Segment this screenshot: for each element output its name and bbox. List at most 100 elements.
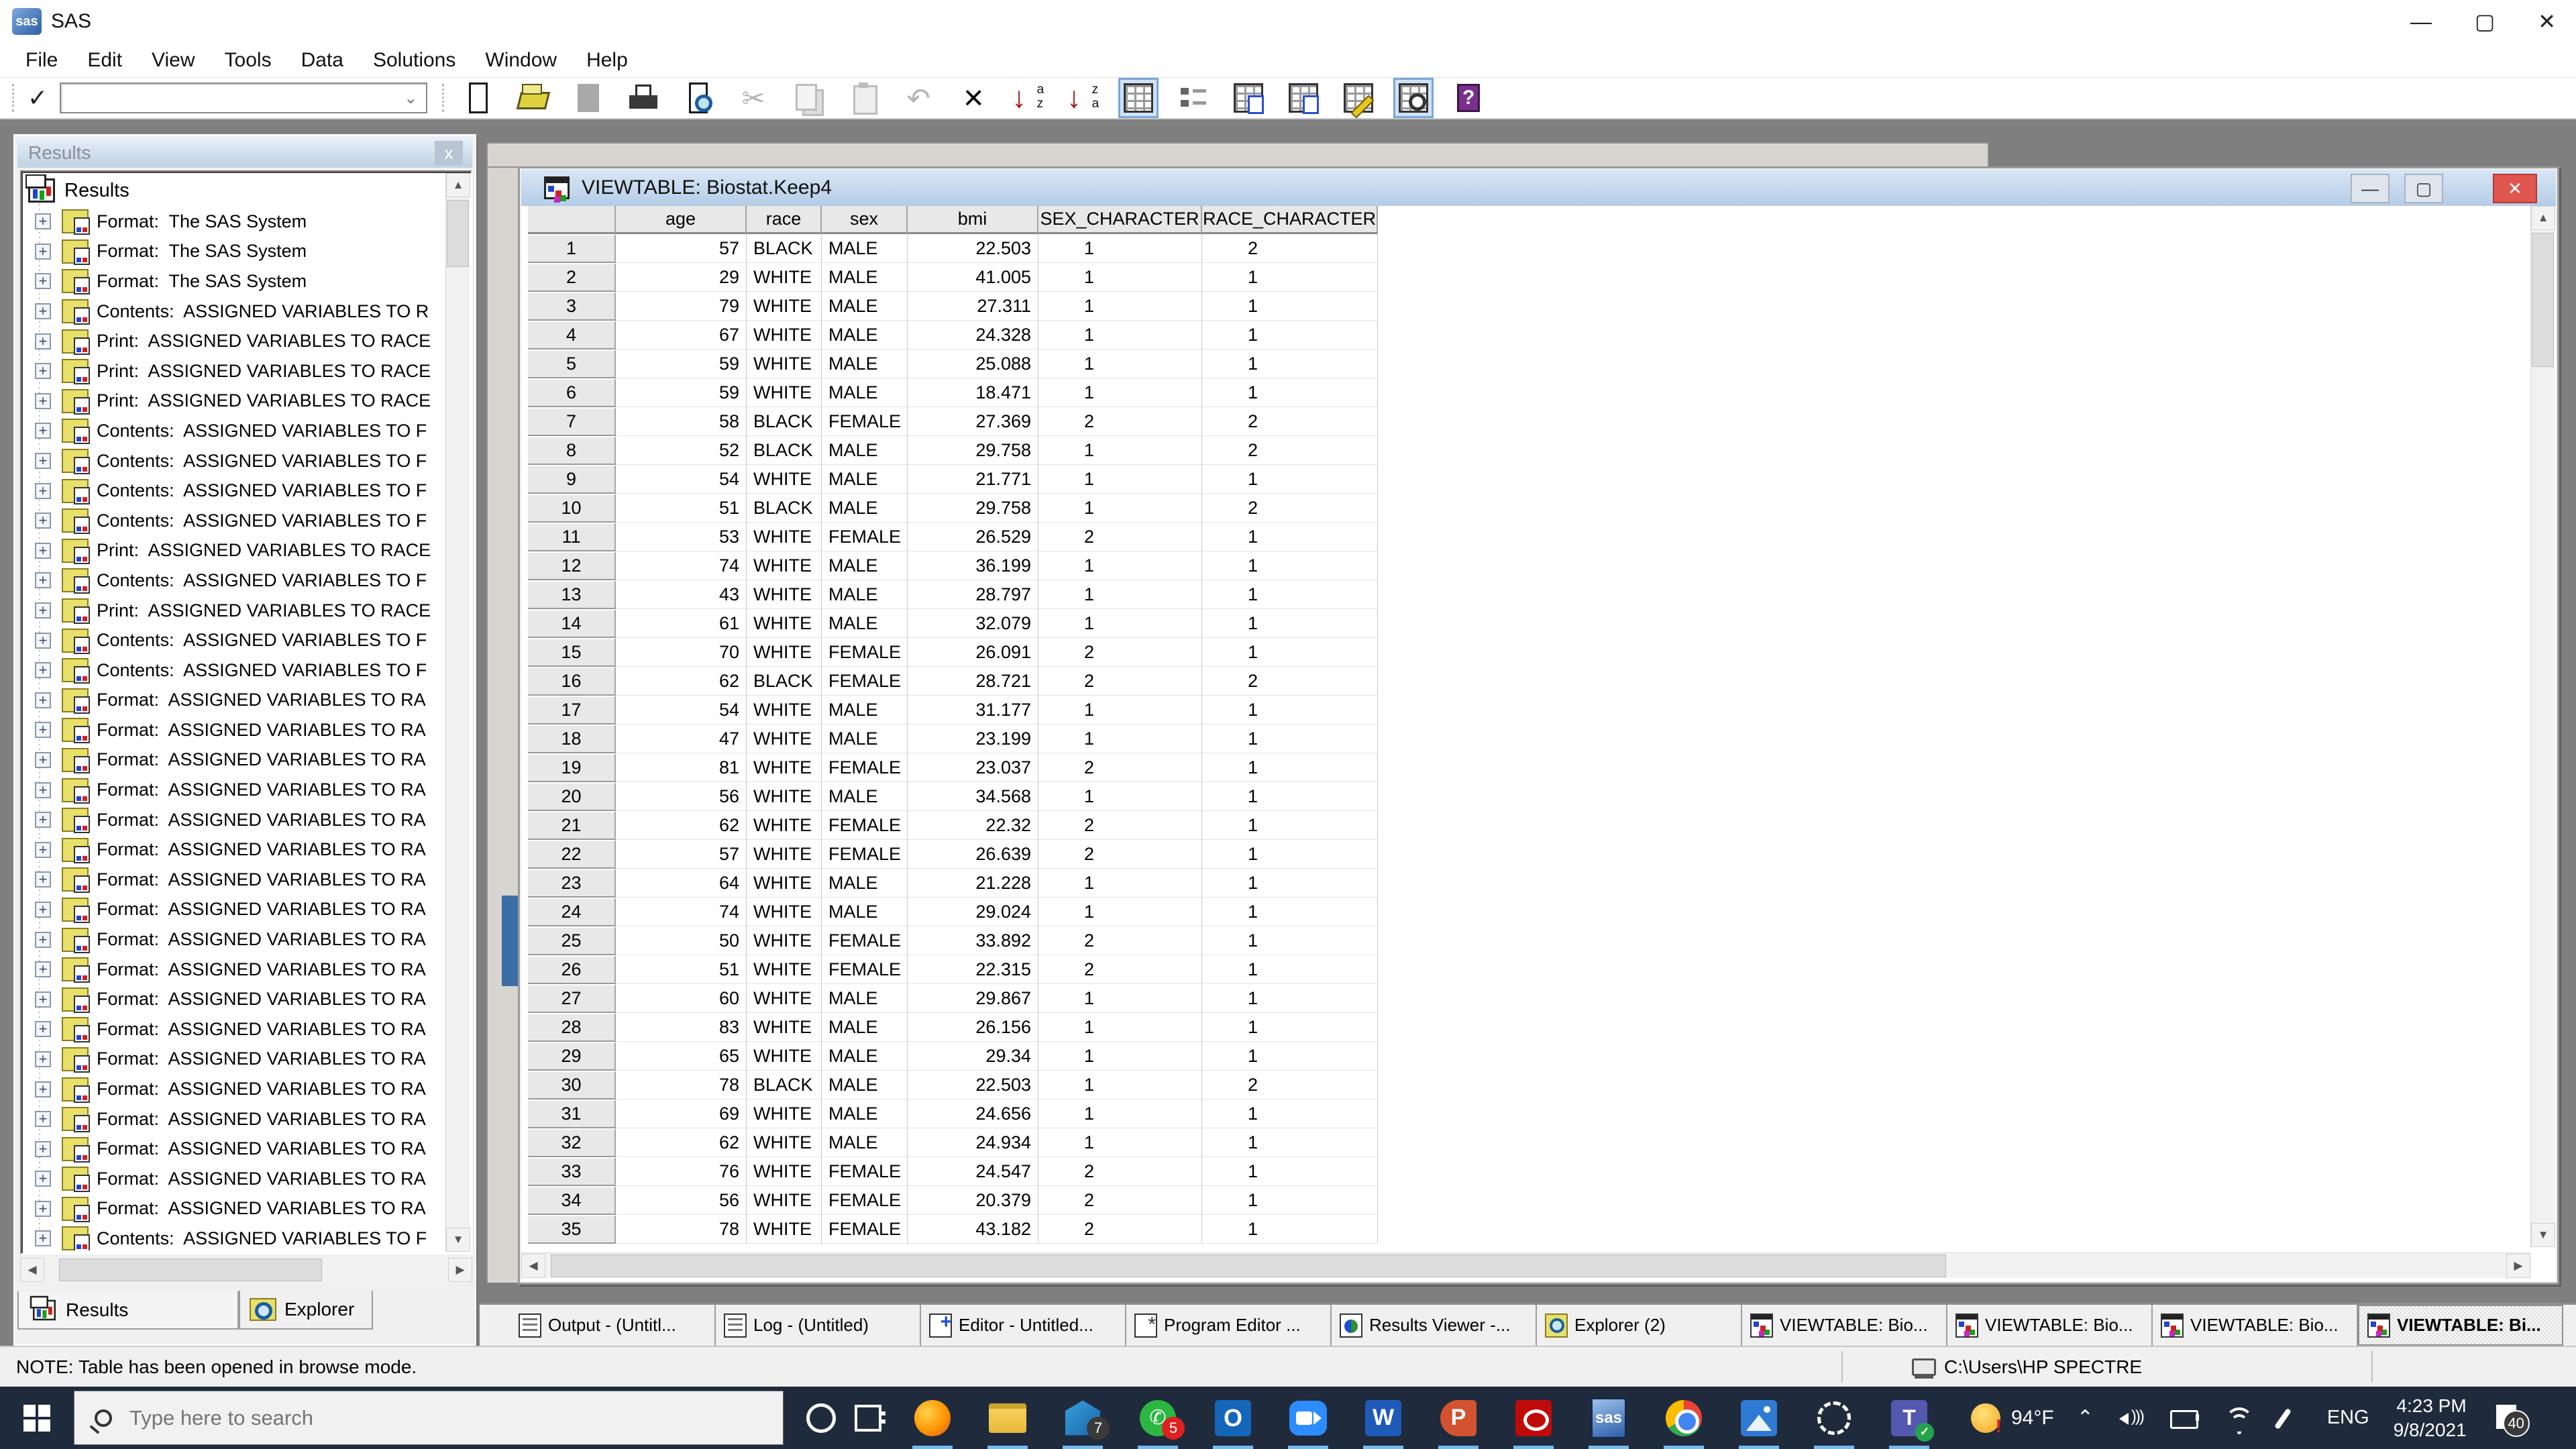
tree-expand-icon[interactable]: + <box>35 1051 51 1067</box>
tab-explorer[interactable]: Explorer (2) <box>1537 1305 1742 1346</box>
cell-race[interactable]: WHITE <box>747 869 822 898</box>
row-number-cell[interactable]: 6 <box>528 378 616 407</box>
cell-age[interactable]: 74 <box>616 898 747 926</box>
tree-item[interactable]: + Format: ASSIGNED VARIABLES TO RA <box>25 775 444 805</box>
cell-bmi[interactable]: 22.32 <box>908 811 1038 840</box>
cell-sex-character[interactable]: 1 <box>1038 292 1202 321</box>
cell-age[interactable]: 83 <box>616 1013 747 1042</box>
cell-sex[interactable]: MALE <box>822 1128 908 1157</box>
tree-expand-icon[interactable]: + <box>35 423 51 439</box>
row-number-cell[interactable]: 10 <box>528 494 616 523</box>
wifi-icon[interactable] <box>2222 1405 2253 1432</box>
cell-bmi[interactable]: 28.797 <box>908 580 1038 609</box>
row-number-cell[interactable]: 26 <box>528 955 616 984</box>
cell-bmi[interactable]: 43.182 <box>908 1215 1038 1244</box>
cell-race-character[interactable]: 1 <box>1202 926 1378 955</box>
row-number-cell[interactable]: 32 <box>528 1128 616 1157</box>
cell-race[interactable]: WHITE <box>747 840 822 869</box>
cell-sex-character[interactable]: 2 <box>1038 407 1202 436</box>
cell-age[interactable]: 56 <box>616 1186 747 1215</box>
cell-sex-character[interactable]: 1 <box>1038 1071 1202 1099</box>
tree-item[interactable]: + Contents: ASSIGNED VARIABLES TO F <box>25 655 444 686</box>
scrollbar-thumb[interactable] <box>2532 233 2554 367</box>
cell-race-character[interactable]: 1 <box>1202 955 1378 984</box>
cell-sex[interactable]: FEMALE <box>822 667 908 696</box>
cell-sex-character[interactable]: 1 <box>1038 321 1202 350</box>
cell-sex[interactable]: MALE <box>822 234 908 263</box>
cell-bmi[interactable]: 23.199 <box>908 724 1038 753</box>
cell-race-character[interactable]: 2 <box>1202 234 1378 263</box>
tree-item[interactable]: + Format: ASSIGNED VARIABLES TO RA <box>25 745 444 775</box>
maximize-button[interactable]: ▢ <box>2475 9 2495 34</box>
cell-sex-character[interactable]: 2 <box>1038 955 1202 984</box>
help-book-icon[interactable] <box>1450 80 1487 116</box>
cell-age[interactable]: 58 <box>616 407 747 436</box>
tree-item[interactable]: + Contents: ASSIGNED VARIABLES TO F <box>25 625 444 655</box>
column-header[interactable]: race <box>747 206 822 234</box>
tree-item[interactable]: + Format: ASSIGNED VARIABLES TO RA <box>25 924 444 955</box>
tree-item[interactable]: + Format: ASSIGNED VARIABLES TO RA <box>25 1014 444 1044</box>
tree-item[interactable]: + Print: ASSIGNED VARIABLES TO RACE <box>25 356 444 386</box>
cell-sex[interactable]: MALE <box>822 724 908 753</box>
cell-race[interactable]: WHITE <box>747 811 822 840</box>
tree-expand-icon[interactable]: + <box>35 751 51 768</box>
cell-bmi[interactable]: 29.758 <box>908 494 1038 523</box>
row-number-cell[interactable]: 13 <box>528 580 616 609</box>
tab-viewtable-3[interactable]: VIEWTABLE: Bio... <box>2153 1305 2358 1346</box>
cell-race[interactable]: WHITE <box>747 638 822 667</box>
cell-race[interactable]: BLACK <box>747 494 822 523</box>
cell-bmi[interactable]: 28.721 <box>908 667 1038 696</box>
row-number-cell[interactable]: 33 <box>528 1157 616 1186</box>
cell-bmi[interactable]: 34.568 <box>908 782 1038 811</box>
tree-item[interactable]: + Contents: ASSIGNED VARIABLES TO F <box>25 566 444 596</box>
cell-race-character[interactable]: 2 <box>1202 407 1378 436</box>
tray-chevron-icon[interactable]: ⌃ <box>2077 1406 2094 1430</box>
row-number-cell[interactable]: 28 <box>528 1013 616 1042</box>
row-number-cell[interactable]: 23 <box>528 869 616 898</box>
menu-file[interactable]: File <box>11 43 72 77</box>
row-number-cell[interactable]: 5 <box>528 350 616 378</box>
tree-expand-icon[interactable]: + <box>35 513 51 529</box>
task-view-icon[interactable] <box>855 1404 885 1432</box>
cell-sex-character[interactable]: 2 <box>1038 1157 1202 1186</box>
cell-race-character[interactable]: 1 <box>1202 263 1378 292</box>
scroll-down-icon[interactable]: ▼ <box>446 1228 470 1252</box>
cell-sex-character[interactable]: 2 <box>1038 811 1202 840</box>
tree-expand-icon[interactable]: + <box>35 1140 51 1157</box>
cell-age[interactable]: 43 <box>616 580 747 609</box>
sort-ascending-icon[interactable] <box>1010 80 1046 116</box>
tree-expand-icon[interactable]: + <box>35 213 51 230</box>
cell-age[interactable]: 54 <box>616 696 747 724</box>
tree-expand-icon[interactable]: + <box>35 812 51 828</box>
tree-item[interactable]: + Print: ASSIGNED VARIABLES TO RACE <box>25 326 444 356</box>
cell-bmi[interactable]: 22.503 <box>908 1071 1038 1099</box>
cell-sex-character[interactable]: 1 <box>1038 1099 1202 1128</box>
tree-item[interactable]: + Format: ASSIGNED VARIABLES TO RA <box>25 1044 444 1075</box>
scrollbar-thumb[interactable] <box>551 1254 1946 1277</box>
tab-editor[interactable]: Editor - Untitled... <box>921 1305 1126 1346</box>
cell-race[interactable]: WHITE <box>747 1128 822 1157</box>
tree-item[interactable]: + Format: ASSIGNED VARIABLES TO RA <box>25 1104 444 1134</box>
column-header[interactable]: SEX_CHARACTER <box>1038 206 1202 234</box>
cell-race[interactable]: WHITE <box>747 782 822 811</box>
cell-bmi[interactable]: 22.503 <box>908 234 1038 263</box>
weather-icon[interactable] <box>1971 1403 2002 1437</box>
cell-sex[interactable]: MALE <box>822 494 908 523</box>
tree-expand-icon[interactable]: + <box>35 1021 51 1038</box>
cell-race[interactable]: WHITE <box>747 263 822 292</box>
edit-mode-icon[interactable] <box>1340 80 1377 116</box>
cell-age[interactable]: 62 <box>616 811 747 840</box>
cortana-icon[interactable] <box>806 1403 836 1433</box>
row-number-cell[interactable]: 18 <box>528 724 616 753</box>
cell-race-character[interactable]: 1 <box>1202 782 1378 811</box>
row-number-cell[interactable]: 35 <box>528 1215 616 1244</box>
tree-expand-icon[interactable]: + <box>35 841 51 858</box>
tree-expand-icon[interactable]: + <box>35 542 51 559</box>
cell-race[interactable]: BLACK <box>747 436 822 465</box>
cell-age[interactable]: 59 <box>616 350 747 378</box>
cell-sex-character[interactable]: 1 <box>1038 436 1202 465</box>
cell-race-character[interactable]: 1 <box>1202 869 1378 898</box>
cell-race[interactable]: WHITE <box>747 1013 822 1042</box>
cell-race-character[interactable]: 1 <box>1202 1128 1378 1157</box>
cell-sex[interactable]: FEMALE <box>822 840 908 869</box>
